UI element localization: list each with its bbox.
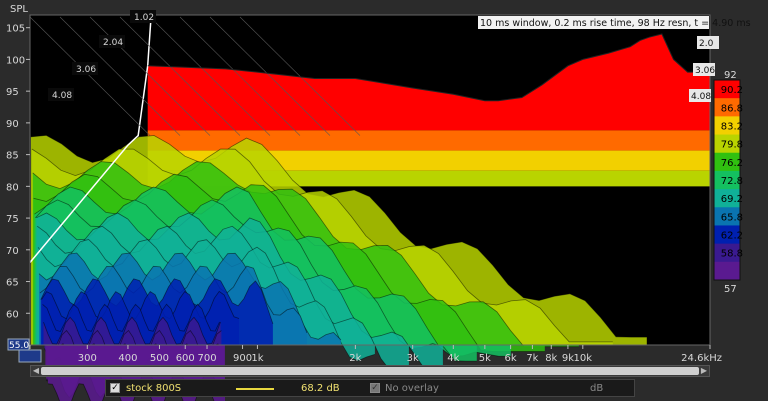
- x-tick-label: 24.6kHz: [681, 353, 722, 364]
- waterfall-chart: SPL 6065707580859095100105 2003004005006…: [6, 4, 751, 401]
- y-tick-label: 95: [6, 87, 19, 98]
- time-label: 1.02: [134, 13, 154, 23]
- y-tick-label: 80: [6, 182, 19, 193]
- time-label: 4.08: [52, 91, 72, 101]
- y-ticks: 60 65 70 75 80 85 90 95 100 105: [6, 24, 30, 320]
- y-tick-label: 85: [6, 151, 19, 162]
- y-tick-label: 70: [6, 246, 19, 257]
- x-tick-label: 900: [233, 353, 252, 364]
- y-tick-label: 75: [6, 214, 19, 225]
- x-min-box: [18, 349, 42, 363]
- trace-name: stock 800S: [126, 383, 182, 394]
- trace-value: 68.2 dB: [301, 383, 340, 394]
- colorbar-label: 76.2: [721, 158, 743, 169]
- time-label: 3.06: [76, 65, 96, 75]
- scroll-left-icon[interactable]: ◀: [31, 366, 41, 376]
- y-axis-label: SPL: [10, 4, 28, 15]
- x-tick-label: 400: [118, 353, 137, 364]
- colorbar-label: 58.8: [721, 249, 743, 260]
- x-tick-label: 2k: [349, 353, 361, 364]
- x-tick-label: 6k: [505, 353, 517, 364]
- x-tick-label: 500: [150, 353, 169, 364]
- colorbar-label: 72.8: [721, 176, 743, 187]
- right-time-label: 4.08: [691, 92, 711, 102]
- x-tick-label: 1k: [251, 353, 263, 364]
- overlay-unit: dB: [590, 383, 604, 394]
- colorbar: 92 90.2 86.8 83.2 79.8 76.2 72.8 69.2 65.8 62.2 58…: [713, 70, 743, 295]
- colorbar-label: 79.8: [721, 140, 743, 151]
- overlay-label: No overlay: [385, 383, 439, 394]
- y-tick-label: 60: [6, 309, 19, 320]
- x-tick-label: 10k: [574, 353, 593, 364]
- y-tick-label: 65: [6, 278, 19, 289]
- horizontal-scrollbar[interactable]: ◀ ▶: [30, 365, 710, 377]
- colorbar-label: 62.2: [721, 231, 743, 242]
- y-tick-label: 100: [6, 55, 25, 66]
- y-tick-label: 105: [6, 24, 25, 35]
- colorbar-label: 57: [724, 284, 737, 295]
- x-tick-label: 700: [197, 353, 216, 364]
- scroll-right-icon[interactable]: ▶: [699, 366, 709, 376]
- trace-line-swatch: [236, 388, 274, 390]
- x-tick-label: 7k: [526, 353, 538, 364]
- colorbar-label: 65.8: [721, 212, 743, 223]
- colorbar-label: 83.2: [721, 121, 743, 132]
- right-time-label: 2.0: [699, 39, 714, 49]
- trace-checkbox[interactable]: ✓: [110, 383, 120, 393]
- legend-bar: ✓ stock 800S 68.2 dB ✓ No overlay dB: [105, 379, 635, 397]
- overlay-checkbox[interactable]: ✓: [370, 383, 380, 393]
- y-tick-label: 90: [6, 119, 19, 130]
- colorbar-label: 90.2: [721, 85, 743, 96]
- x-tick-label: 5k: [479, 353, 491, 364]
- x-tick-label: 600: [176, 353, 195, 364]
- x-tick-label: 8k: [545, 353, 557, 364]
- colorbar-label: 69.2: [721, 194, 743, 205]
- annotation-text: 10 ms window, 0.2 ms rise time, 98 Hz re…: [480, 18, 751, 29]
- colorbar-label: 92: [724, 70, 737, 81]
- x-tick-label: 300: [78, 353, 97, 364]
- x-tick-label: 9k: [562, 353, 574, 364]
- scroll-thumb[interactable]: [41, 367, 699, 375]
- x-tick-label: 3k: [407, 353, 419, 364]
- right-time-label: 3.06: [695, 66, 715, 76]
- colorbar-label: 86.8: [721, 103, 743, 114]
- colorbar-swatch: [714, 261, 740, 281]
- x-tick-label: 4k: [447, 353, 459, 364]
- time-label: 2.04: [103, 38, 123, 48]
